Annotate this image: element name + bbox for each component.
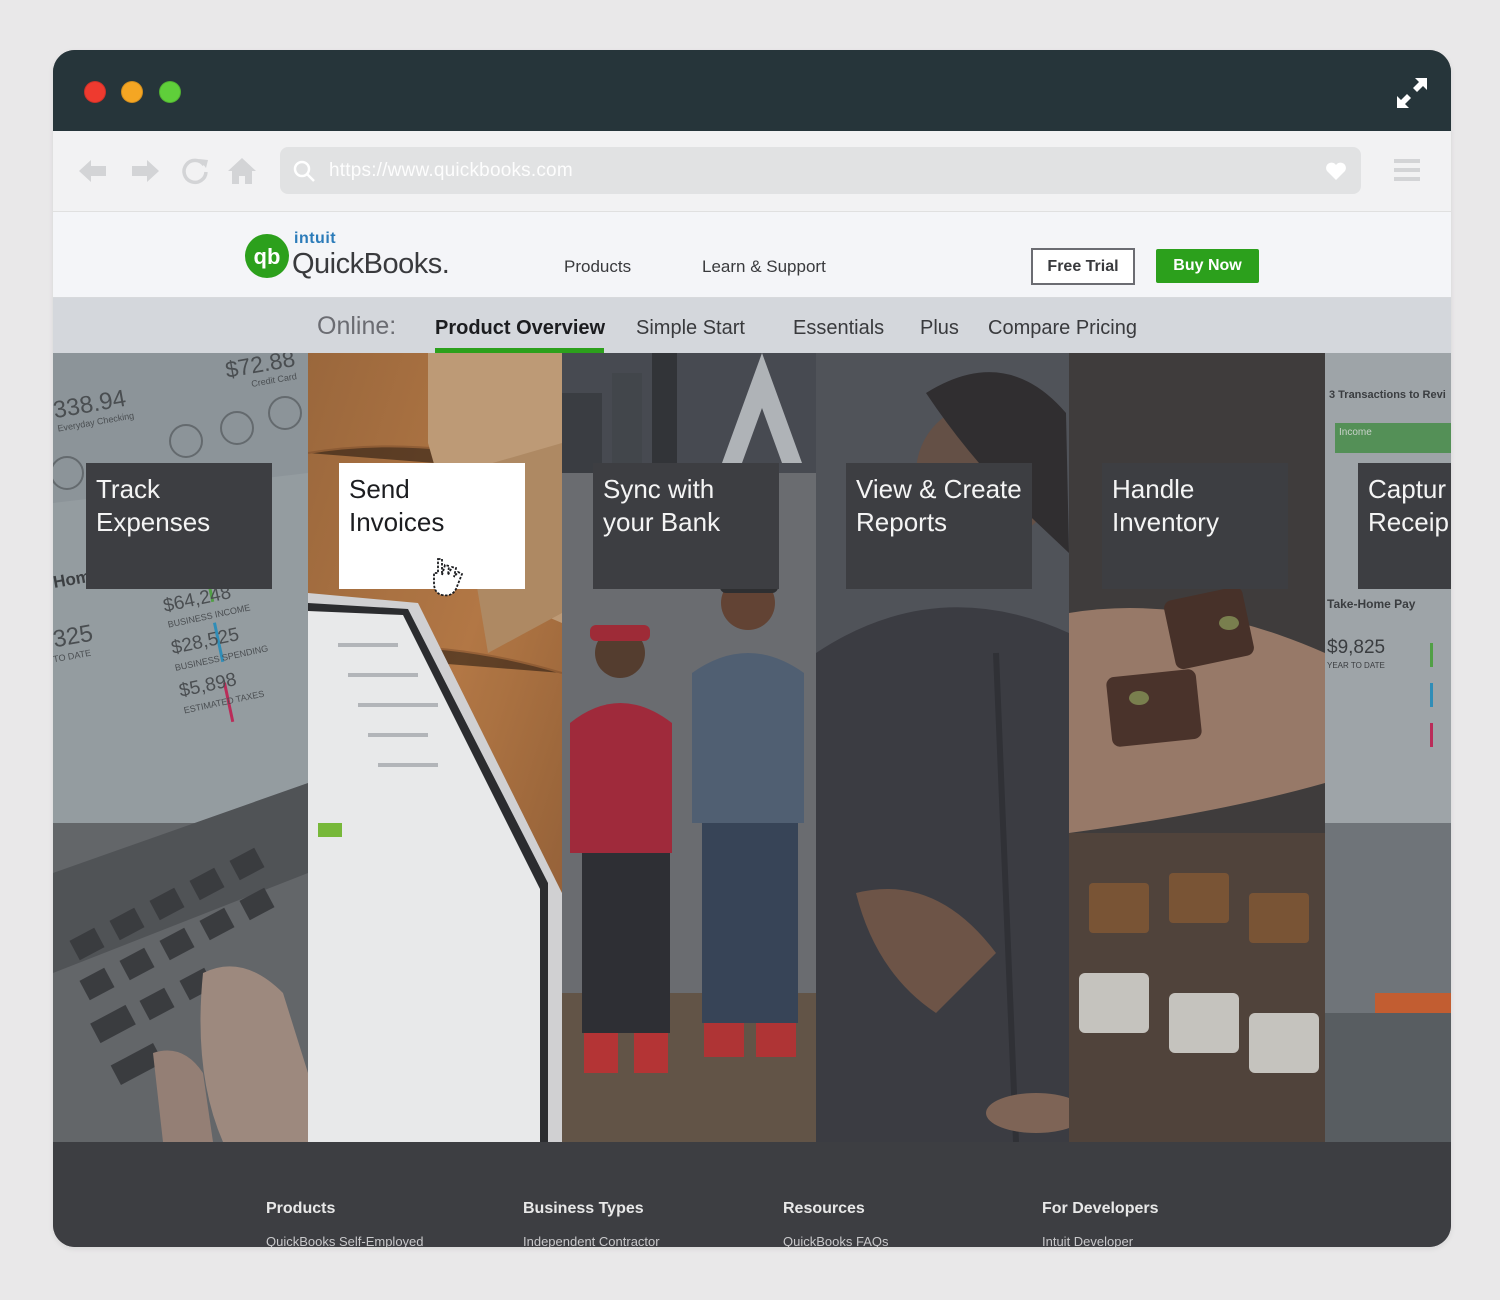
home-icon[interactable]: [226, 155, 258, 187]
footer-column-resources: Resources QuickBooks FAQs: [783, 1200, 888, 1247]
panel-capture-receipts[interactable]: 3 Transactions to Revi Income Take-Home …: [1325, 353, 1451, 1142]
back-arrow-icon[interactable]: [77, 155, 109, 187]
svg-text:qb: qb: [254, 244, 281, 269]
reload-icon[interactable]: [179, 155, 211, 187]
qb-logo-icon: qb: [245, 234, 289, 278]
feature-title-line: Invoices: [349, 507, 445, 537]
feature-title-line: Handle: [1112, 474, 1195, 504]
feature-title-line: Captur: [1368, 474, 1447, 504]
feature-title-line: Track: [96, 474, 161, 504]
footer-heading: For Developers: [1042, 1200, 1159, 1217]
feature-title-line: Expenses: [96, 507, 211, 537]
forward-arrow-icon[interactable]: [129, 155, 161, 187]
footer-column-business-types: Business Types Independent Contractor: [523, 1200, 660, 1247]
nav-learn-support[interactable]: Learn & Support: [702, 257, 826, 277]
subnav-label: Online:: [317, 312, 397, 340]
nav-products[interactable]: Products: [564, 257, 631, 277]
footer-heading: Products: [266, 1200, 336, 1217]
fullscreen-icon[interactable]: [1395, 76, 1429, 110]
panel-view-create-reports[interactable]: View & Create Reports: [816, 353, 1069, 1142]
quickbooks-wordmark: QuickBooks.: [292, 248, 450, 280]
feature-card[interactable]: Track Expenses: [86, 463, 272, 589]
intuit-wordmark: intuit: [294, 230, 337, 247]
tab-essentials[interactable]: Essentials: [793, 317, 884, 340]
footer-heading: Resources: [783, 1200, 865, 1217]
footer-column-developers: For Developers Intuit Developer: [1042, 1200, 1158, 1247]
panel-send-invoices[interactable]: Send Invoices: [308, 353, 562, 1142]
feature-title-line: Inventory: [1112, 507, 1219, 537]
site-footer: Products QuickBooks Self-Employed Busine…: [53, 1142, 1451, 1247]
minimize-window-button[interactable]: [121, 81, 143, 103]
feature-title-line: your Bank: [603, 507, 721, 537]
tab-compare-pricing[interactable]: Compare Pricing: [988, 317, 1137, 340]
tab-product-overview[interactable]: Product Overview: [435, 317, 605, 340]
footer-link[interactable]: Intuit Developer: [1042, 1234, 1158, 1247]
address-bar[interactable]: https://www.quickbooks.com: [280, 147, 1361, 194]
footer-link[interactable]: QuickBooks Self-Employed: [266, 1234, 424, 1247]
panel-handle-inventory[interactable]: Handle Inventory: [1069, 353, 1325, 1142]
quickbooks-logo[interactable]: qb intuit QuickBooks.: [245, 226, 455, 286]
url-text[interactable]: https://www.quickbooks.com: [329, 160, 573, 182]
title-bar: [53, 50, 1451, 131]
feature-title-line: Send: [349, 474, 410, 504]
footer-link[interactable]: QuickBooks FAQs: [783, 1234, 888, 1247]
feature-hero: 338.94 Everyday Checking $72.88 Credit C…: [53, 353, 1451, 1142]
footer-column-products: Products QuickBooks Self-Employed: [266, 1200, 424, 1247]
footer-link[interactable]: Independent Contractor: [523, 1234, 660, 1247]
hand-cursor-icon: [433, 558, 464, 597]
panel-track-expenses[interactable]: 338.94 Everyday Checking $72.88 Credit C…: [53, 353, 308, 1142]
feature-title-line: View & Create: [856, 474, 1022, 504]
feature-card[interactable]: View & Create Reports: [846, 463, 1032, 589]
free-trial-button[interactable]: Free Trial: [1031, 248, 1135, 285]
feature-title-line: Sync with: [603, 474, 715, 504]
feature-card[interactable]: Sync with your Bank: [593, 463, 779, 589]
feature-card[interactable]: Captur Receip: [1358, 463, 1451, 589]
feature-title-line: Reports: [856, 507, 948, 537]
zoom-window-button[interactable]: [159, 81, 181, 103]
buy-now-button[interactable]: Buy Now: [1156, 249, 1259, 283]
feature-title-line: Receip: [1368, 507, 1449, 537]
tab-plus[interactable]: Plus: [920, 317, 959, 340]
panel-sync-bank[interactable]: Sync with your Bank: [562, 353, 816, 1142]
browser-window: https://www.quickbooks.com qb intuit Qui…: [53, 50, 1451, 1247]
menu-icon[interactable]: [1393, 156, 1421, 184]
tab-simple-start[interactable]: Simple Start: [636, 317, 745, 340]
product-subnav: Online: Product Overview Simple Start Es…: [53, 298, 1451, 353]
search-icon: [293, 160, 315, 182]
footer-heading: Business Types: [523, 1200, 644, 1217]
heart-icon[interactable]: [1325, 161, 1347, 181]
close-window-button[interactable]: [84, 81, 106, 103]
site-header: qb intuit QuickBooks. Products Learn & S…: [53, 212, 1451, 298]
browser-toolbar: https://www.quickbooks.com: [53, 131, 1451, 212]
feature-card[interactable]: Handle Inventory: [1102, 463, 1288, 589]
